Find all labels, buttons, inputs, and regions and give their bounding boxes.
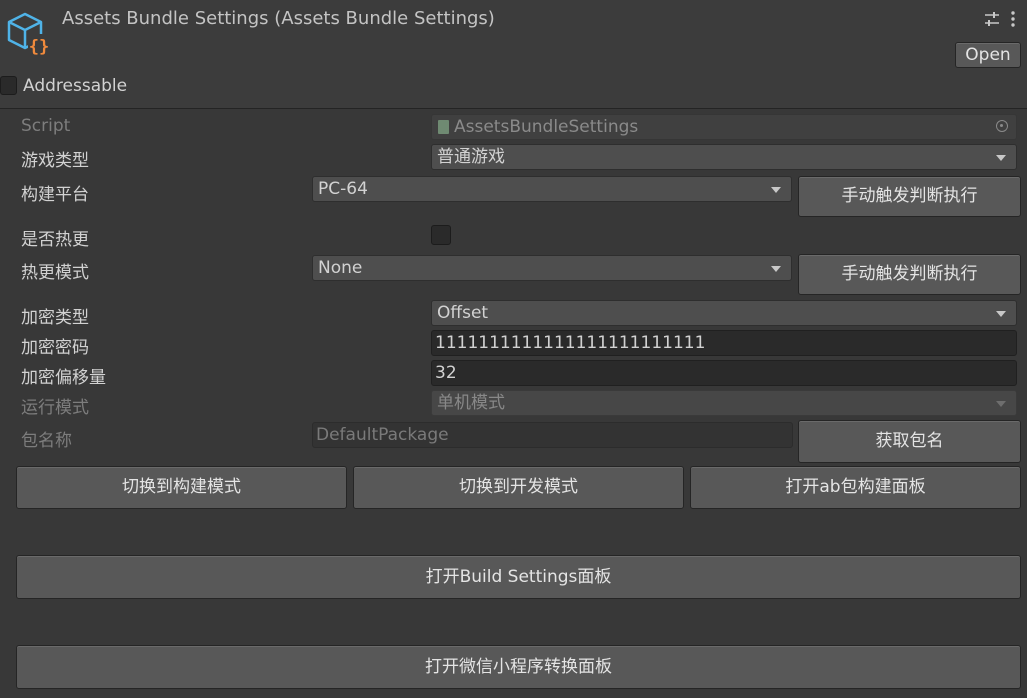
addressable-label: Addressable bbox=[23, 76, 128, 96]
kebab-menu-icon[interactable] bbox=[1009, 10, 1017, 28]
game-type-value: 普通游戏 bbox=[437, 147, 505, 167]
encrypt-password-label: 加密密码 bbox=[21, 338, 89, 358]
open-wechat-converter-button[interactable]: 打开微信小程序转换面板 bbox=[16, 645, 1021, 689]
run-mode-dropdown: 单机模式 bbox=[431, 390, 1017, 416]
run-mode-label: 运行模式 bbox=[21, 398, 89, 418]
open-build-settings-button[interactable]: 打开Build Settings面板 bbox=[16, 555, 1021, 599]
chevron-down-icon bbox=[996, 401, 1006, 407]
encrypt-type-dropdown[interactable]: Offset bbox=[431, 300, 1017, 326]
run-mode-value: 单机模式 bbox=[437, 393, 505, 413]
build-platform-dropdown[interactable]: PC-64 bbox=[312, 176, 792, 202]
open-button[interactable]: Open bbox=[955, 42, 1021, 68]
hot-update-mode-dropdown[interactable]: None bbox=[312, 255, 792, 281]
script-value: AssetsBundleSettings bbox=[454, 117, 639, 137]
chevron-down-icon bbox=[771, 266, 781, 272]
addressable-checkbox[interactable] bbox=[0, 76, 17, 95]
encrypt-type-value: Offset bbox=[437, 303, 489, 323]
hot-update-trigger-button[interactable]: 手动触发判断执行 bbox=[798, 254, 1021, 295]
chevron-down-icon bbox=[771, 187, 781, 193]
switch-build-mode-button[interactable]: 切换到构建模式 bbox=[16, 466, 347, 509]
hot-update-label: 是否热更 bbox=[21, 230, 89, 250]
script-field: AssetsBundleSettings bbox=[431, 114, 1017, 140]
inspector-title: Assets Bundle Settings (Assets Bundle Se… bbox=[62, 8, 495, 29]
encrypt-type-label: 加密类型 bbox=[21, 308, 89, 328]
cube-braces-icon: {} bbox=[6, 10, 52, 57]
game-type-dropdown[interactable]: 普通游戏 bbox=[431, 144, 1017, 170]
hot-update-mode-label: 热更模式 bbox=[21, 263, 89, 283]
encrypt-offset-field[interactable]: 32 bbox=[431, 360, 1017, 386]
get-package-name-button[interactable]: 获取包名 bbox=[798, 420, 1021, 463]
build-platform-value: PC-64 bbox=[318, 179, 368, 199]
switch-dev-mode-button[interactable]: 切换到开发模式 bbox=[353, 466, 684, 509]
package-name-label: 包名称 bbox=[21, 431, 72, 451]
object-picker-icon[interactable] bbox=[996, 120, 1008, 132]
build-platform-trigger-button[interactable]: 手动触发判断执行 bbox=[798, 176, 1021, 217]
sliders-icon[interactable] bbox=[984, 11, 1000, 27]
script-label: Script bbox=[21, 116, 71, 136]
svg-text:{}: {} bbox=[29, 37, 49, 56]
chevron-down-icon bbox=[996, 311, 1006, 317]
encrypt-password-field[interactable]: 1111111111111111111111111 bbox=[431, 330, 1017, 356]
open-ab-build-panel-button[interactable]: 打开ab包构建面板 bbox=[690, 466, 1021, 509]
encrypt-offset-label: 加密偏移量 bbox=[21, 368, 106, 388]
hot-update-mode-value: None bbox=[318, 258, 363, 278]
script-file-icon bbox=[438, 120, 449, 134]
package-name-field: DefaultPackage bbox=[312, 422, 793, 448]
build-platform-label: 构建平台 bbox=[21, 185, 89, 205]
game-type-label: 游戏类型 bbox=[21, 151, 89, 171]
chevron-down-icon bbox=[996, 155, 1006, 161]
hot-update-checkbox[interactable] bbox=[431, 225, 451, 245]
